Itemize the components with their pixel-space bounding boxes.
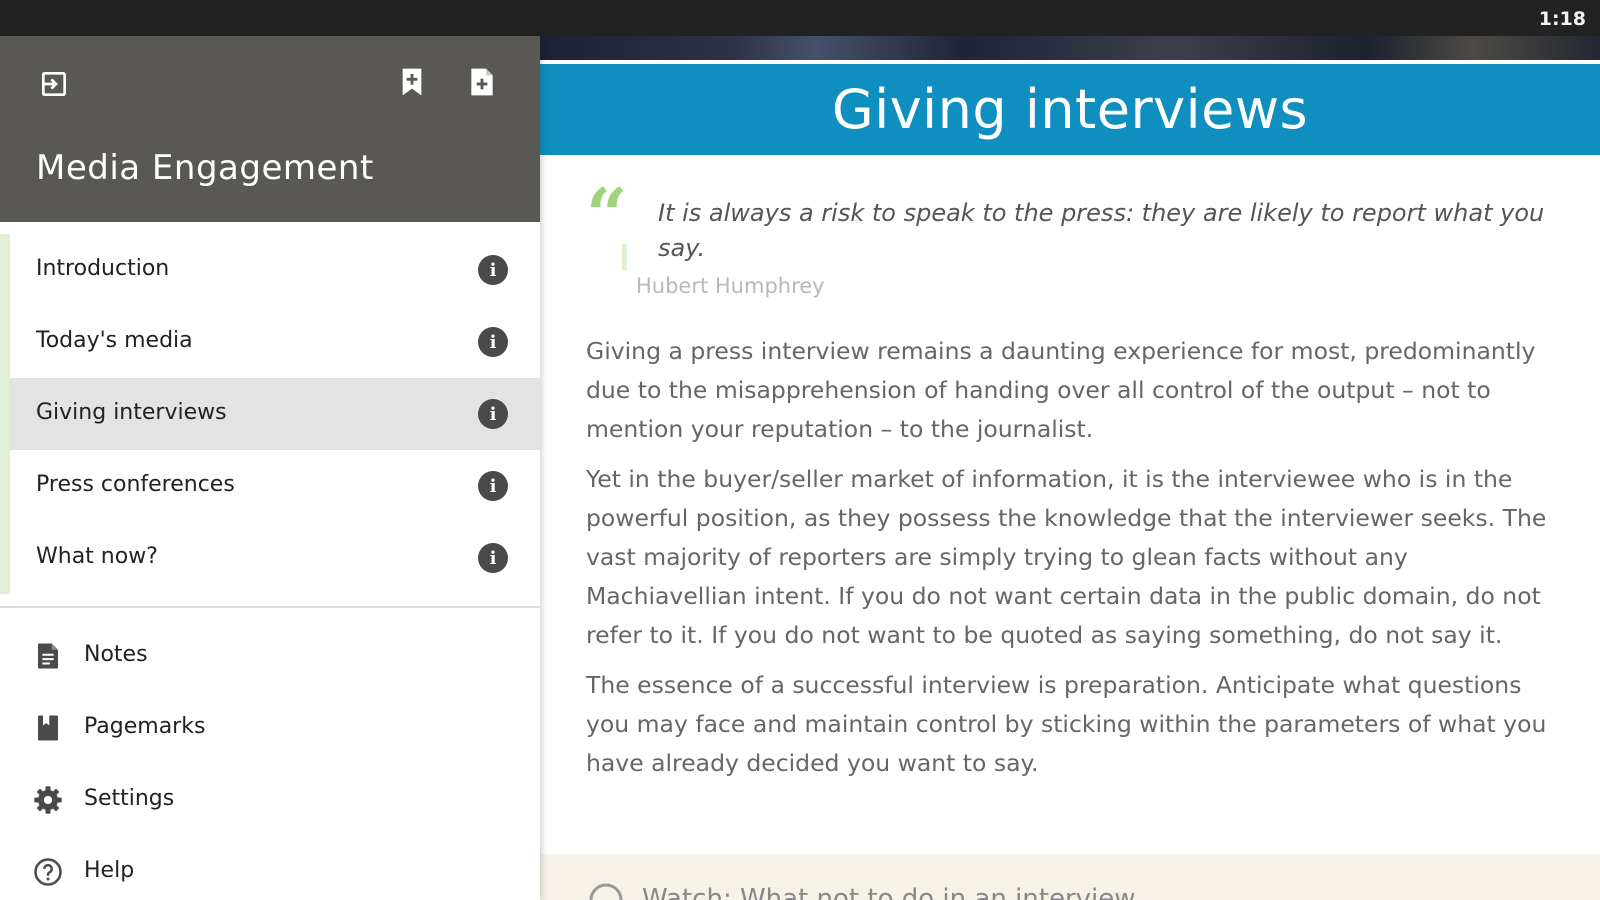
help-icon [32, 856, 64, 888]
watch-video-bar[interactable]: Watch: What not to do in an interview [540, 854, 1600, 900]
drawer-header: Media Engagement [0, 36, 540, 222]
info-icon[interactable]: i [478, 471, 508, 501]
article-body: Giving a press interview remains a daunt… [586, 332, 1556, 794]
content-pane: Giving interviews “ It is always a risk … [540, 36, 1600, 900]
add-bookmark-icon[interactable] [394, 64, 430, 100]
chapter-item-giving-interviews[interactable]: Giving interviews i [10, 378, 540, 450]
pagemarks-icon [32, 712, 64, 744]
paragraph: Yet in the buyer/seller market of inform… [586, 465, 1547, 649]
watch-video-label: Watch: What not to do in an interview [642, 884, 1136, 900]
chapter-item-what-now[interactable]: What now? i [10, 522, 540, 594]
chapter-item-introduction[interactable]: Introduction i [10, 234, 540, 306]
info-icon[interactable]: i [478, 255, 508, 285]
chapter-list: Introduction i Today's media i Giving in… [0, 234, 540, 594]
chapter-label: Introduction [36, 256, 170, 281]
menu-item-settings[interactable]: Settings [0, 764, 540, 836]
status-bar: 1:18 [0, 0, 1600, 36]
chapter-item-press-conferences[interactable]: Press conferences i [10, 450, 540, 522]
page-title: Giving interviews [831, 78, 1309, 141]
menu-label: Help [84, 858, 135, 883]
menu-item-notes[interactable]: Notes [0, 620, 540, 692]
exit-icon[interactable] [36, 66, 72, 102]
menu-item-help[interactable]: Help [0, 836, 540, 900]
notes-icon [32, 640, 64, 672]
drawer-divider [0, 606, 540, 608]
chapter-label: What now? [36, 544, 158, 569]
chapter-label: Today's media [36, 328, 193, 353]
info-icon[interactable]: i [478, 543, 508, 573]
quote-mark-icon: “ [586, 182, 627, 270]
video-icon [589, 883, 623, 900]
chapter-label: Giving interviews [36, 400, 227, 425]
chapter-item-todays-media[interactable]: Today's media i [10, 306, 540, 378]
hero-image [540, 36, 1600, 60]
paragraph: Giving a press interview remains a daunt… [586, 337, 1536, 443]
menu-item-pagemarks[interactable]: Pagemarks [0, 692, 540, 764]
menu-label: Pagemarks [84, 714, 206, 739]
info-icon[interactable]: i [478, 399, 508, 429]
chapter-progress-accent [0, 234, 10, 594]
info-icon[interactable]: i [478, 327, 508, 357]
quote-author: Hubert Humphrey [636, 274, 825, 298]
add-note-icon[interactable] [464, 64, 500, 100]
menu-label: Settings [84, 786, 175, 811]
course-title: Media Engagement [36, 148, 374, 188]
svg-text:“: “ [586, 182, 627, 257]
quote-text: It is always a risk to speak to the pres… [658, 199, 1545, 262]
status-clock: 1:18 [1538, 8, 1586, 30]
menu-label: Notes [84, 642, 148, 667]
settings-icon [32, 784, 64, 816]
chapter-label: Press conferences [36, 472, 235, 497]
paragraph: The essence of a successful interview is… [586, 671, 1547, 777]
navigation-drawer: Media Engagement Introduction i Today's … [0, 36, 540, 900]
page-title-bar: Giving interviews [540, 64, 1600, 155]
